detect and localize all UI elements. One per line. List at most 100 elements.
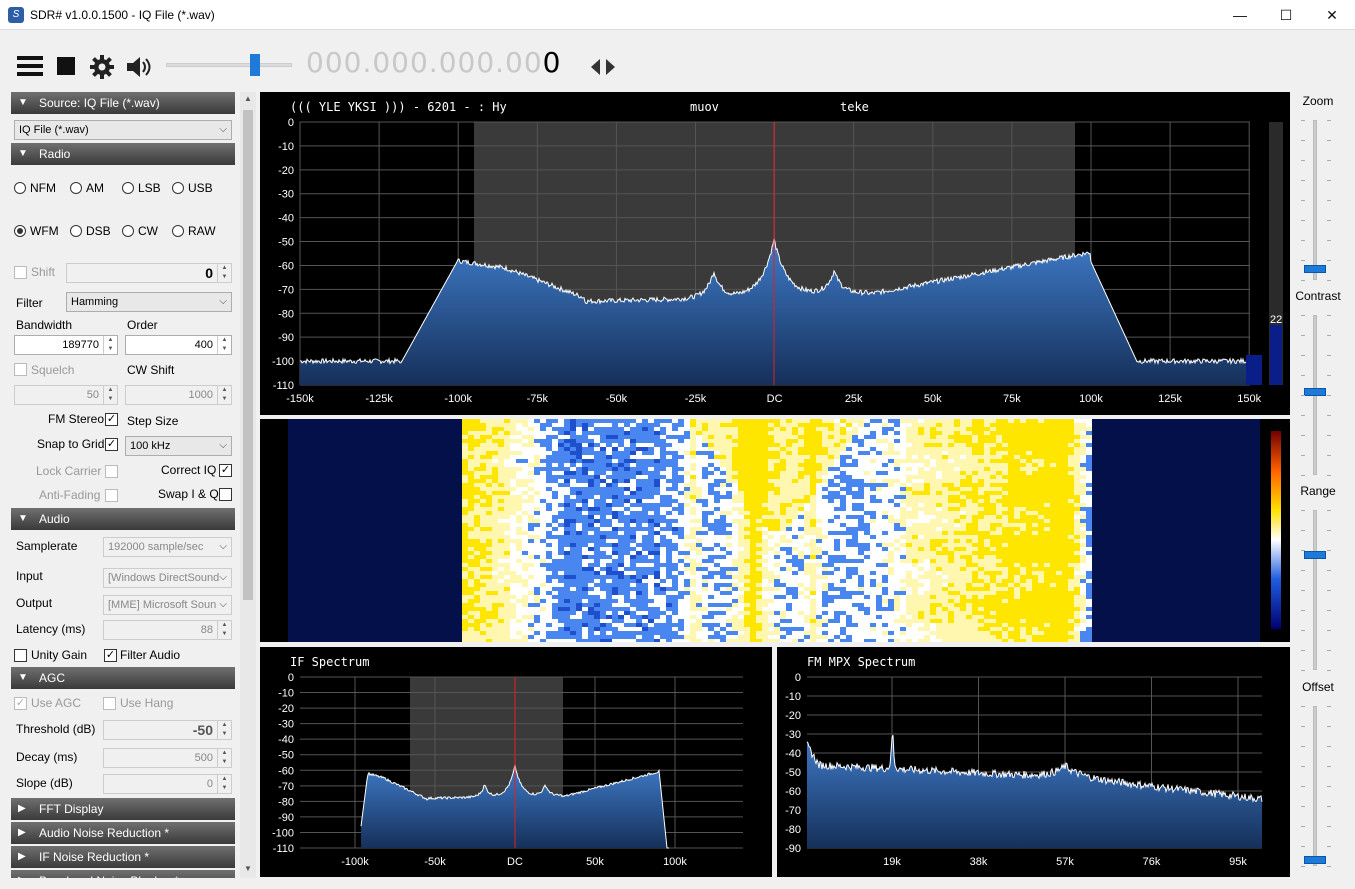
bandwidth-input[interactable]: 189770 ▲ ▼ — [14, 335, 118, 355]
spectrum-analyzer[interactable]: 0-10-20-30-40-50-60-70-80-90-100-110-150… — [260, 92, 1290, 415]
waterfall-cell — [1044, 515, 1050, 519]
waterfall-cell — [294, 487, 300, 491]
waterfall-cell — [318, 511, 324, 515]
waterfall-cell — [348, 447, 354, 451]
threshold-input[interactable]: -50 ▲ ▼ — [103, 720, 232, 740]
waterfall-cell — [456, 523, 462, 527]
section-header-3[interactable]: ▶Baseband Noise Blanker * — [11, 870, 235, 878]
section-header-1[interactable]: ▶ Audio Noise Reduction * — [11, 822, 235, 844]
waterfall-cell — [324, 439, 330, 443]
mode-usb-radio[interactable]: USB — [172, 181, 213, 195]
latency-input[interactable]: 88 ▲ ▼ — [103, 620, 232, 640]
waterfall-cell — [612, 419, 618, 423]
scrollbar-thumb[interactable] — [243, 110, 253, 600]
mode-raw-radio[interactable]: RAW — [172, 224, 216, 238]
waterfall-cell — [546, 419, 552, 423]
output-select[interactable]: [MME] Microsoft Soun ⌵ — [103, 595, 232, 615]
stepsize-select[interactable]: 100 kHz ⌵ — [125, 436, 232, 456]
samplerate-select[interactable]: 192000 sample/sec ⌵ — [103, 537, 232, 557]
waterfall-cell — [978, 419, 984, 423]
waterfall-cell — [990, 511, 996, 515]
panel-scrollbar[interactable]: ▲ ▼ — [240, 92, 256, 878]
waterfall-cell — [594, 527, 600, 531]
source-select[interactable]: IQ File (*.wav) ⌵ — [14, 120, 232, 140]
waterfall-cell — [1182, 519, 1188, 523]
volume-slider-thumb[interactable] — [249, 54, 260, 76]
waterfall-cell — [1068, 523, 1074, 527]
waterfall-cell — [708, 515, 714, 519]
waterfall-cell — [816, 503, 822, 507]
scroll-up-icon[interactable]: ▲ — [244, 94, 252, 103]
waterfall-cell — [702, 479, 708, 483]
frequency-digits[interactable]: 000.000.000.00 — [306, 46, 543, 79]
waterfall-cell — [1164, 451, 1170, 455]
waterfall-cell — [408, 495, 414, 499]
waterfall-cell — [444, 499, 450, 503]
close-button[interactable]: ✕ — [1309, 0, 1355, 30]
mode-lsb-radio[interactable]: LSB — [122, 181, 161, 195]
volume-slider-track[interactable] — [166, 63, 292, 67]
stop-icon[interactable] — [57, 57, 75, 75]
waterfall-cell — [918, 499, 924, 503]
waterfall-cell — [858, 479, 864, 483]
waterfall-cell — [288, 439, 294, 443]
mode-dsb-radio[interactable]: DSB — [70, 224, 111, 238]
antifading-checkbox[interactable] — [105, 489, 118, 502]
filter-select[interactable]: Hamming ⌵ — [66, 292, 232, 312]
filteraudio-checkbox[interactable]: ✓ — [104, 649, 117, 662]
mode-am-radio[interactable]: AM — [70, 181, 104, 195]
input-select[interactable]: [Windows DirectSound ⌵ — [103, 568, 232, 588]
agc-header[interactable]: ▼ AGC — [11, 667, 235, 689]
scroll-down-icon[interactable]: ▼ — [244, 864, 252, 873]
slope-input[interactable]: 0 ▲ ▼ — [103, 774, 232, 794]
section-header-2[interactable]: ▶ IF Noise Reduction * — [11, 846, 235, 868]
waterfall-cell — [972, 535, 978, 539]
waterfall-cell — [288, 535, 294, 539]
swapiq-checkbox[interactable] — [219, 488, 232, 501]
shift-checkbox[interactable] — [14, 266, 27, 279]
squelch-input[interactable]: 50 ▲ ▼ — [14, 385, 118, 405]
frequency-last-digit[interactable]: 0 — [543, 46, 562, 79]
mode-wfm-radio[interactable]: WFM — [14, 224, 59, 238]
speaker-icon[interactable] — [125, 55, 153, 79]
waterfall-cell — [402, 503, 408, 507]
gear-icon[interactable] — [89, 54, 115, 80]
mode-nfm-radio[interactable]: NFM — [14, 181, 56, 195]
mode-cw-radio[interactable]: CW — [122, 224, 158, 238]
shift-input[interactable]: 0 ▲ ▼ — [66, 263, 232, 283]
useagc-checkbox[interactable]: ✓ — [14, 697, 27, 710]
snap-checkbox[interactable]: ✓ — [105, 438, 118, 451]
waterfall-cell — [684, 483, 690, 487]
waterfall-cell — [894, 507, 900, 511]
cwshift-input[interactable]: 1000 ▲ ▼ — [125, 385, 232, 405]
unitygain-checkbox[interactable] — [14, 649, 27, 662]
waterfall-cell — [342, 495, 348, 499]
order-input[interactable]: 400 ▲ ▼ — [125, 335, 232, 355]
decay-input[interactable]: 500 ▲ ▼ — [103, 748, 232, 768]
lockcarrier-checkbox[interactable] — [105, 465, 118, 478]
waterfall-cell — [402, 423, 408, 427]
correctiq-checkbox[interactable]: ✓ — [219, 464, 232, 477]
waterfall-cell — [870, 443, 876, 447]
waterfall-cell — [882, 455, 888, 459]
waterfall-cell — [372, 495, 378, 499]
source-header[interactable]: ▼ Source: IQ File (*.wav) — [11, 92, 235, 114]
fmstereo-checkbox[interactable]: ✓ — [105, 413, 118, 426]
usehang-checkbox[interactable] — [103, 697, 116, 710]
waterfall-display[interactable] — [260, 419, 1290, 642]
radio-header[interactable]: ▼ Radio — [11, 143, 235, 165]
tuning-arrows-icon[interactable] — [590, 58, 616, 76]
waterfall-cell — [1098, 531, 1104, 535]
waterfall-cell — [354, 499, 360, 503]
menu-icon[interactable] — [17, 55, 43, 77]
section-header-0[interactable]: ▶ FFT Display — [11, 798, 235, 820]
frequency-display[interactable]: 000.000.000.000 — [306, 46, 562, 79]
waterfall-cell — [492, 515, 498, 519]
audio-header[interactable]: ▼ Audio — [11, 508, 235, 530]
minimize-button[interactable]: — — [1217, 0, 1263, 30]
waterfall-cell — [690, 491, 696, 495]
waterfall-cell — [1164, 455, 1170, 459]
waterfall-cell — [564, 515, 570, 519]
squelch-checkbox[interactable] — [14, 363, 27, 376]
maximize-button[interactable]: ☐ — [1263, 0, 1309, 30]
